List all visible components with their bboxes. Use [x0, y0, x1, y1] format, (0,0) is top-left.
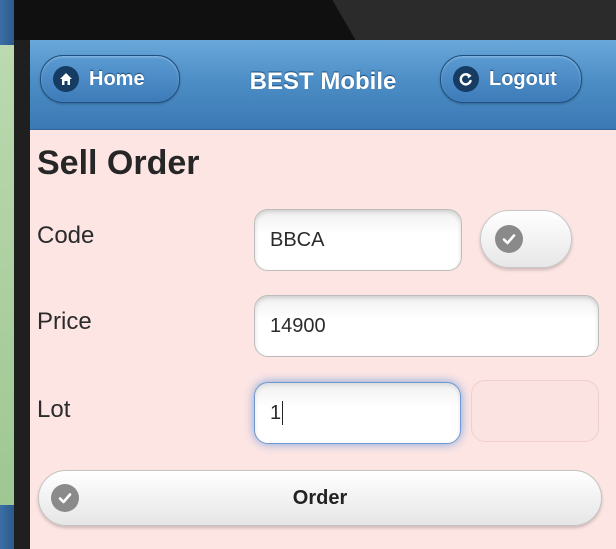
lot-secondary-field[interactable] [471, 380, 599, 442]
home-button[interactable]: Home [40, 55, 180, 103]
logout-label: Logout [489, 67, 557, 90]
frame-accent [0, 45, 14, 505]
price-input[interactable]: 14900 [254, 295, 599, 357]
lot-input[interactable]: 1 [254, 382, 461, 444]
price-label: Price [37, 308, 92, 335]
header-bar: BEST Mobile Home Logout [30, 40, 616, 130]
lot-value: 1 [270, 401, 282, 424]
logout-icon [453, 66, 479, 92]
text-caret [282, 401, 284, 425]
logout-button[interactable]: Logout [440, 55, 582, 103]
order-label: Order [292, 486, 348, 509]
page-title: Sell Order [37, 144, 200, 182]
app-screen: BEST Mobile Home Logout Sell Order Code … [30, 40, 616, 549]
home-label: Home [89, 67, 145, 90]
code-value: BBCA [270, 228, 325, 251]
check-icon [495, 225, 523, 253]
lot-label: Lot [37, 396, 71, 423]
code-input[interactable]: BBCA [254, 209, 462, 271]
price-value: 14900 [270, 314, 326, 337]
order-button[interactable]: Order [38, 470, 602, 526]
code-label: Code [37, 222, 95, 249]
device-frame-top [14, 0, 616, 40]
device-frame-left [0, 0, 14, 549]
home-icon [53, 66, 79, 92]
code-check-button[interactable] [480, 210, 572, 268]
